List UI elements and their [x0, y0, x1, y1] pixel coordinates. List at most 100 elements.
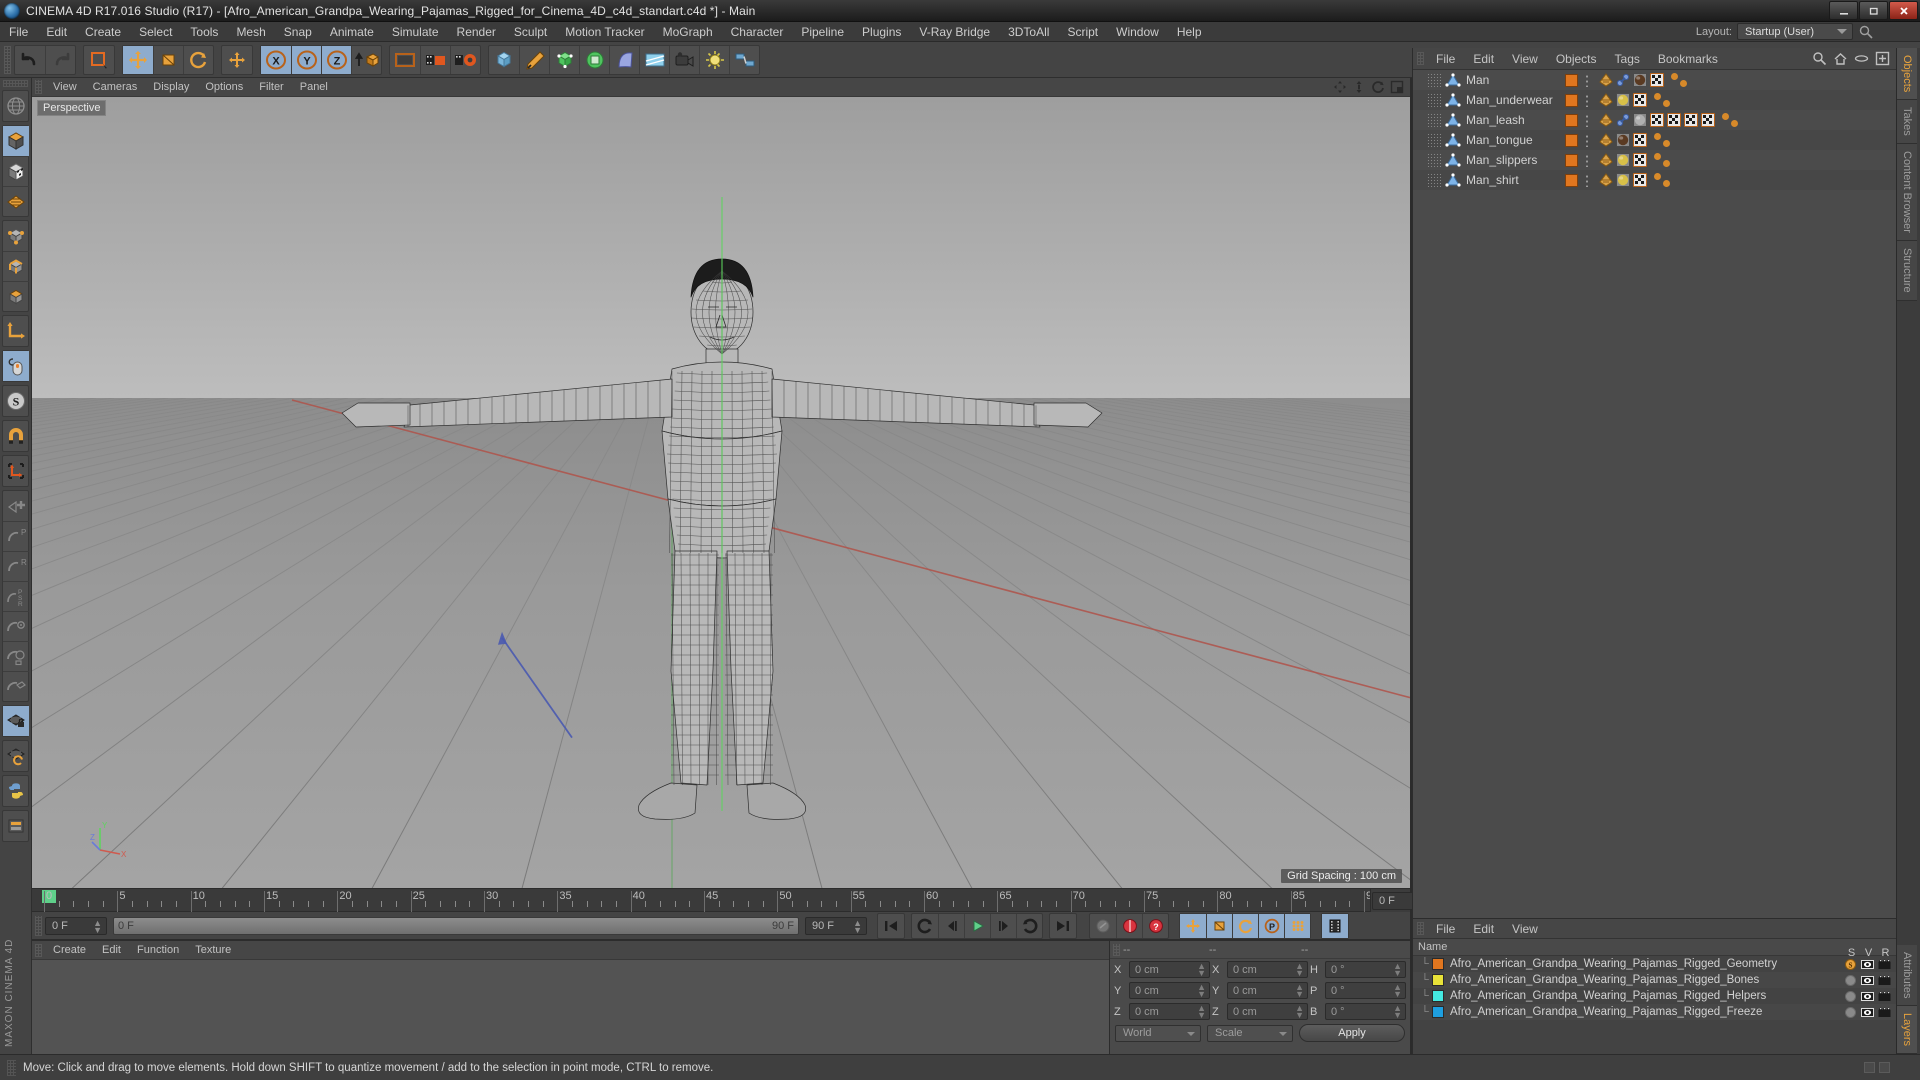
menu-pipeline[interactable]: Pipeline — [792, 22, 853, 42]
layer-manager-grip[interactable] — [1417, 922, 1424, 935]
material-menu-edit[interactable]: Edit — [94, 944, 129, 956]
spinner-arrows-icon[interactable]: ▲▼ — [93, 918, 102, 934]
extra-tag-dot-icon[interactable] — [1663, 180, 1670, 187]
record-rotation-button[interactable] — [1232, 913, 1258, 938]
record-pla-button[interactable]: P — [1258, 913, 1284, 938]
position-tool-button[interactable]: P — [3, 521, 29, 551]
rotate-tool-button[interactable] — [183, 45, 213, 74]
add-cube-button[interactable] — [489, 46, 519, 74]
timeline-ruler[interactable]: 051015202530354045505560657075808590 0 F… — [32, 888, 1426, 913]
bottom-right-tab-attributes[interactable]: Attributes — [1897, 944, 1917, 1006]
preview-range-slider[interactable]: 0 F 90 F — [113, 916, 799, 935]
viewport-menu-display[interactable]: Display — [145, 81, 197, 93]
record-points-button[interactable] — [1284, 913, 1310, 938]
add-deformer-button[interactable] — [609, 45, 639, 74]
object-row[interactable]: Man — [1413, 70, 1896, 90]
model-mode-button[interactable] — [3, 126, 29, 156]
extra-tag-dot-icon[interactable] — [1663, 100, 1670, 107]
object-menu-bookmarks[interactable]: Bookmarks — [1649, 52, 1727, 66]
timeline-grip[interactable] — [35, 915, 42, 936]
menu-plugins[interactable]: Plugins — [853, 22, 910, 42]
menu-help[interactable]: Help — [1168, 22, 1211, 42]
coordinate-field-rotation-1[interactable]: 0 ° ▲ ▼ — [1325, 982, 1406, 999]
coordinate-system-dropdown[interactable]: World — [1115, 1024, 1201, 1042]
layer-menu-edit[interactable]: Edit — [1464, 922, 1503, 936]
layer-render-toggle[interactable] — [1877, 974, 1892, 987]
material-menu-texture[interactable]: Texture — [187, 944, 239, 956]
timeline-button[interactable] — [1322, 913, 1348, 938]
go-to-end-button[interactable] — [1050, 914, 1076, 938]
coordinate-field-position-0[interactable]: 0 cm ▲ ▼ — [1129, 961, 1210, 978]
undo-button[interactable] — [15, 46, 45, 74]
add-point-button[interactable] — [3, 491, 29, 521]
texture-tag-icon[interactable] — [1633, 93, 1647, 107]
object-layer-color[interactable] — [1565, 113, 1578, 127]
rotate-view-icon[interactable] — [1371, 80, 1385, 94]
menu-create[interactable]: Create — [76, 22, 130, 42]
character-model[interactable] — [32, 97, 1410, 888]
toolbar-grip[interactable] — [4, 45, 11, 74]
add-xpresso-button[interactable] — [729, 45, 759, 74]
object-row[interactable]: Man_slippers — [1413, 150, 1896, 170]
right-tab-objects[interactable]: Objects — [1897, 48, 1917, 101]
lock-z-axis-button[interactable]: Z — [321, 45, 351, 74]
layer-color-swatch[interactable] — [1432, 1006, 1444, 1018]
leash-tag-icon[interactable] — [1616, 73, 1630, 87]
live-selection-button[interactable] — [84, 46, 114, 74]
visibility-dots-icon[interactable] — [1585, 153, 1589, 167]
spinner-arrows-icon[interactable]: ▲▼ — [1295, 983, 1304, 999]
layer-render-toggle[interactable] — [1877, 990, 1892, 1003]
visibility-dots-icon[interactable] — [1585, 73, 1589, 87]
uv-tag-icon[interactable] — [1599, 173, 1613, 187]
material-manager-body[interactable] — [32, 960, 1109, 1054]
material-yellow-icon[interactable] — [1616, 153, 1630, 167]
menu-render[interactable]: Render — [448, 22, 505, 42]
object-layer-color[interactable] — [1565, 93, 1578, 107]
viewport-menu-view[interactable]: View — [45, 81, 85, 93]
object-menu-file[interactable]: File — [1427, 52, 1464, 66]
menu-mograph[interactable]: MoGraph — [654, 22, 722, 42]
minimize-button[interactable] — [1829, 1, 1858, 20]
material-yellow-icon[interactable] — [1616, 93, 1630, 107]
uv-tag-icon[interactable] — [1599, 113, 1613, 127]
extra-tag-dot-icon[interactable] — [1654, 93, 1661, 100]
add-light-button[interactable] — [699, 45, 729, 74]
spinner-arrows-icon[interactable]: ▲▼ — [1197, 962, 1206, 978]
render-queue-button[interactable] — [3, 811, 29, 841]
close-button[interactable] — [1889, 1, 1918, 20]
menu-3dtoall[interactable]: 3DToAll — [999, 22, 1058, 42]
object-manager-list[interactable]: Man Man_underwear Man_leash Man_tongue Man_s… — [1413, 70, 1896, 918]
lock-y-axis-button[interactable]: Y — [291, 45, 321, 74]
uv-tag-icon[interactable] — [1599, 153, 1613, 167]
uv-tag-icon[interactable] — [1599, 73, 1613, 87]
spinner-arrows-icon[interactable]: ▲▼ — [1393, 1004, 1402, 1020]
material-menu-create[interactable]: Create — [45, 944, 94, 956]
texture-mode-button[interactable] — [3, 156, 29, 186]
viewport-menu-filter[interactable]: Filter — [251, 81, 291, 93]
layer-render-toggle[interactable] — [1877, 1006, 1892, 1019]
texture-tag-icon[interactable] — [1684, 113, 1698, 127]
menu-file[interactable]: File — [0, 22, 37, 42]
layer-solo-toggle[interactable] — [1843, 990, 1858, 1003]
drag-handle-icon[interactable] — [1427, 173, 1443, 187]
uv-tag-icon[interactable] — [1599, 133, 1613, 147]
coordinate-field-position-1[interactable]: 0 cm ▲ ▼ — [1129, 982, 1210, 999]
right-tab-structure[interactable]: Structure — [1897, 240, 1917, 301]
extra-tag-dot-icon[interactable] — [1654, 133, 1661, 140]
object-layer-color[interactable] — [1565, 173, 1578, 187]
object-axis-mode-button[interactable] — [3, 316, 29, 346]
drag-handle-icon[interactable] — [1427, 73, 1443, 87]
menu-edit[interactable]: Edit — [37, 22, 76, 42]
layer-visibility-toggle[interactable] — [1860, 958, 1875, 971]
play-backwards-button[interactable] — [912, 914, 938, 938]
extra-tag-dot-icon[interactable] — [1671, 73, 1678, 80]
lock-workplane-button[interactable] — [3, 706, 29, 736]
texture-tag-icon[interactable] — [1633, 133, 1647, 147]
viewport-menu-cameras[interactable]: Cameras — [85, 81, 146, 93]
points-mode-button[interactable] — [3, 221, 29, 251]
drag-handle-icon[interactable] — [1427, 153, 1443, 167]
eye-icon[interactable] — [1854, 51, 1869, 66]
bottom-right-tab-layers[interactable]: Layers — [1897, 1005, 1917, 1054]
material-gray-icon[interactable] — [1633, 113, 1647, 127]
soft-selection-button[interactable]: S — [3, 386, 29, 416]
